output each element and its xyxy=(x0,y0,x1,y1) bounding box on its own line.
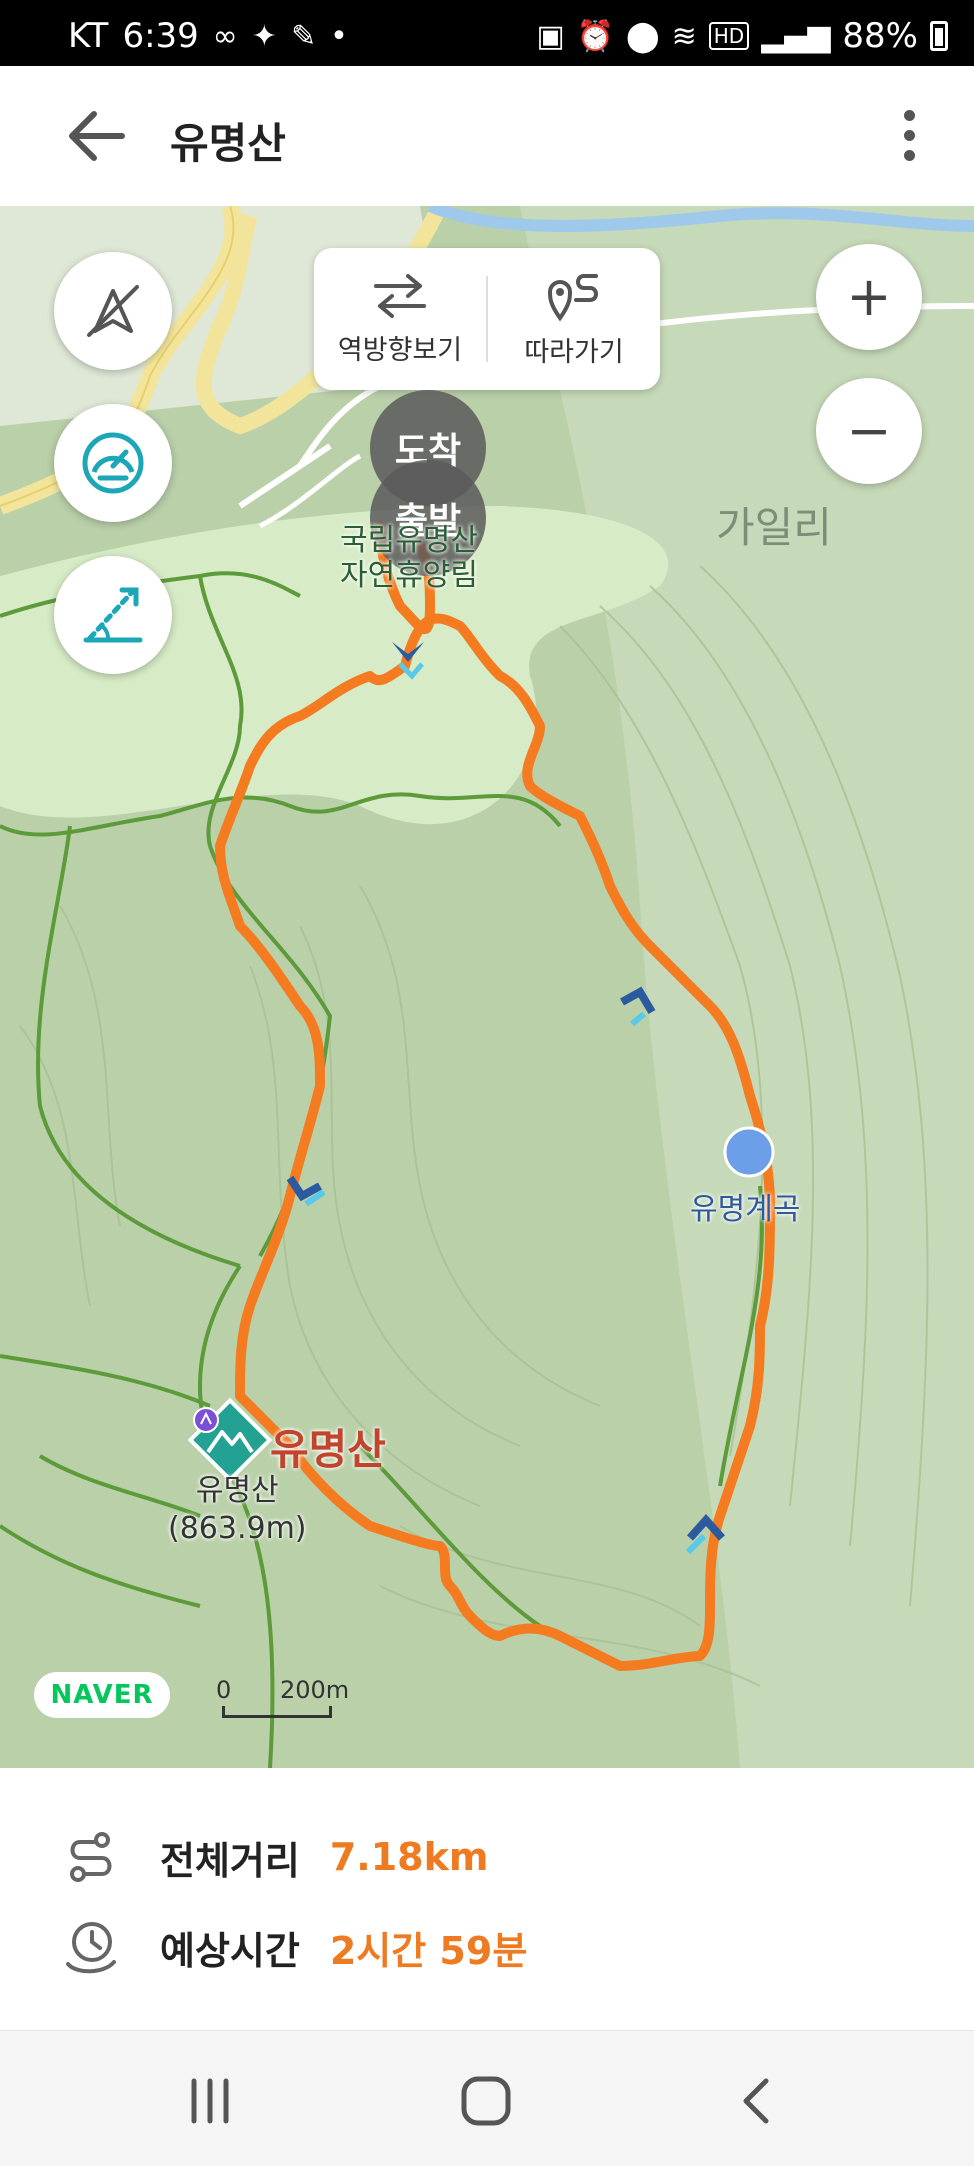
back-icon xyxy=(743,2078,769,2124)
plus-icon: + xyxy=(846,265,892,328)
time-row: 예상시간 2시간 59분 xyxy=(62,1918,527,1976)
slope-button[interactable] xyxy=(54,556,172,674)
battery-icon xyxy=(930,21,948,51)
app-bar: 유명산 xyxy=(0,66,974,206)
minus-icon: − xyxy=(846,399,892,462)
clock-icon xyxy=(66,1922,116,1974)
route-toolbar: 역방향보기 따라가기 xyxy=(314,248,660,390)
zoom-out-button[interactable]: − xyxy=(816,378,922,484)
status-bar: KT 6:39 ∞ ✦ ✎ • ▣ ⏰ ⬤ ≋ HD ▂▄▆ 88% xyxy=(0,0,974,66)
compass-off-button[interactable] xyxy=(54,252,172,370)
follow-route-label: 따라가기 xyxy=(524,336,624,368)
peak-elevation: (863.9m) xyxy=(168,1510,307,1546)
scale-distance: 200m xyxy=(280,1676,350,1704)
distance-value: 7.18km xyxy=(329,1835,489,1879)
distance-row: 전체거리 7.18km xyxy=(62,1828,488,1886)
home-button[interactable] xyxy=(456,2071,516,2131)
location-icon: ⬤ xyxy=(626,18,660,54)
shoe-icon: ✦ xyxy=(251,18,277,54)
home-icon xyxy=(461,2076,511,2126)
back-button[interactable] xyxy=(728,2071,788,2131)
scale-bar: 0 200m xyxy=(214,1676,349,1726)
slope-icon xyxy=(83,587,143,643)
route-distance-icon xyxy=(70,1832,112,1882)
time-label: 예상시간 xyxy=(160,1928,300,1973)
carrier-label: KT xyxy=(68,16,109,56)
infinity-icon: ∞ xyxy=(212,18,238,54)
follow-route-button[interactable]: 따라가기 xyxy=(488,248,660,390)
time-value: 2시간 59분 xyxy=(329,1928,528,1973)
recents-icon xyxy=(191,2078,229,2124)
app-icon: ▣ xyxy=(536,18,565,54)
feather-icon: ✎ xyxy=(290,18,317,54)
signal-icon: ▂▄▆ xyxy=(761,18,831,54)
scale-line xyxy=(222,1706,332,1718)
peak-label: 유명산 (863.9m) xyxy=(168,1472,307,1547)
speedometer-button[interactable] xyxy=(54,404,172,522)
battery-percent: 88% xyxy=(842,16,918,56)
village-label: 가일리 xyxy=(716,503,832,552)
system-nav-bar xyxy=(0,2030,974,2166)
alarm-icon: ⏰ xyxy=(576,18,615,54)
scale-zero: 0 xyxy=(216,1676,232,1704)
compass-off-icon xyxy=(87,285,139,337)
reverse-direction-button[interactable]: 역방향보기 xyxy=(314,248,486,390)
distance-label: 전체거리 xyxy=(160,1838,300,1883)
forest-label-line2: 자연휴양림 xyxy=(340,557,478,593)
map-view[interactable]: 역방향보기 따라가기 + − 도착 출발 국립유명산 자연휴양림 가일리 유명산… xyxy=(0,206,974,1768)
wifi-icon: ≋ xyxy=(671,18,697,54)
forest-label-line1: 국립유명산 xyxy=(340,523,478,558)
hd-icon: HD xyxy=(708,22,750,50)
more-vertical-icon[interactable] xyxy=(894,106,924,166)
reverse-direction-label: 역방향보기 xyxy=(337,334,463,366)
peak-name: 유명산 xyxy=(195,1473,279,1508)
dot-icon: • xyxy=(330,18,348,54)
naver-logo: NAVER xyxy=(34,1672,170,1718)
forest-label: 국립유명산 자연휴양림 xyxy=(340,523,478,593)
clock: 6:39 xyxy=(122,16,199,56)
page-title: 유명산 xyxy=(170,119,286,168)
valley-label: 유명계곡 xyxy=(690,1192,801,1227)
zoom-in-button[interactable]: + xyxy=(816,244,922,350)
recents-button[interactable] xyxy=(180,2071,240,2131)
arrow-left-icon[interactable] xyxy=(62,106,132,166)
speedometer-icon xyxy=(82,432,144,494)
peak-title-label: 유명산 xyxy=(270,1425,386,1474)
swap-arrows-icon xyxy=(374,273,426,318)
follow-route-icon xyxy=(547,273,598,321)
route-info-panel: 전체거리 7.18km 예상시간 2시간 59분 xyxy=(0,1768,974,2030)
